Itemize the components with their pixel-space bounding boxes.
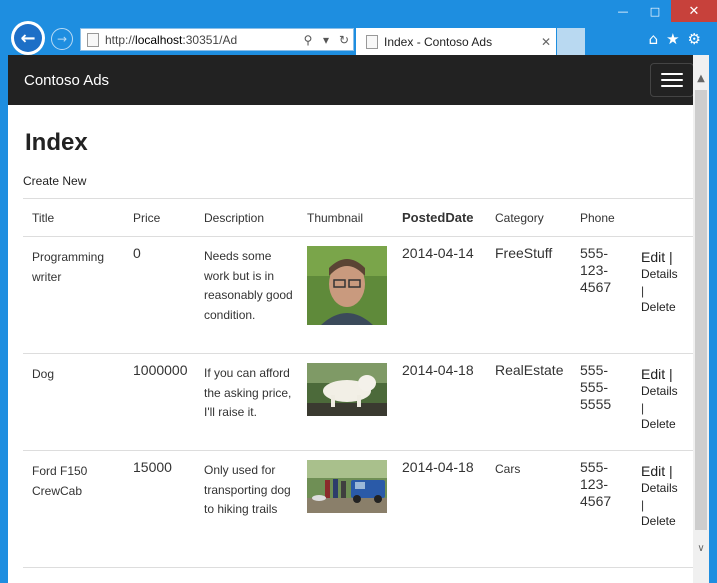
ad-thumbnail[interactable] <box>298 450 393 568</box>
table-row: Dog 1000000 If you can afford the asking… <box>23 353 693 451</box>
ad-price: 1000000 <box>124 353 195 451</box>
column-header-title: Title <box>23 198 124 237</box>
ad-actions: Edit | Details | Delete <box>632 450 693 568</box>
minimize-icon[interactable]: — <box>607 0 639 22</box>
back-arrow-icon: ← <box>14 24 42 52</box>
truck-thumbnail[interactable] <box>307 460 387 513</box>
table-row: Ford F150 CrewCab 15000 Only used for tr… <box>23 450 693 568</box>
vertical-scrollbar[interactable]: ▲ ∨ <box>693 55 709 583</box>
ad-category: FreeStuff <box>486 236 571 354</box>
browser-chrome: — □ ✕ ← → http://localhost:30351/Ad ⚲ ▾ … <box>0 0 717 55</box>
hamburger-icon <box>661 73 683 75</box>
ad-actions: Edit | Details | Delete <box>632 353 693 451</box>
details-link[interactable]: Details <box>641 266 693 283</box>
column-header-description: Description <box>195 198 298 237</box>
scroll-up-icon[interactable]: ▲ <box>693 55 709 90</box>
url-text[interactable]: http://localhost:30351/Ad <box>105 33 299 47</box>
separator: | <box>641 401 645 415</box>
edit-link[interactable]: Edit | <box>641 463 693 480</box>
back-button[interactable]: ← <box>11 21 45 55</box>
hamburger-line <box>661 85 683 87</box>
column-header-phone: Phone <box>571 198 632 237</box>
ad-category: Cars <box>486 450 571 568</box>
edit-link[interactable]: Edit | <box>641 366 693 383</box>
ad-thumbnail[interactable] <box>298 236 393 354</box>
maximize-icon[interactable]: □ <box>639 0 671 22</box>
hamburger-line <box>661 79 683 81</box>
ad-thumbnail[interactable] <box>298 353 393 451</box>
ad-actions: Edit | Details | Delete <box>632 236 693 354</box>
refresh-icon[interactable]: ↻ <box>335 33 353 47</box>
browser-toolbar: ⌂ ★ ⚙ <box>649 30 701 48</box>
details-link[interactable]: Details <box>641 383 693 400</box>
edit-link[interactable]: Edit | <box>641 249 693 266</box>
column-header-actions <box>632 198 693 237</box>
scroll-down-icon[interactable]: ∨ <box>693 543 709 563</box>
scroll-thumb[interactable] <box>695 90 707 530</box>
ad-title: Ford F150 CrewCab <box>23 450 124 568</box>
ad-description: Only used for transporting dog to hiking… <box>195 450 298 568</box>
ad-phone: 555-123-4567 <box>571 236 632 354</box>
delete-link[interactable]: Delete <box>641 513 693 530</box>
frame-left <box>0 55 8 583</box>
column-header-category: Category <box>486 198 571 237</box>
page-icon <box>87 32 99 47</box>
column-header-thumbnail: Thumbnail <box>298 198 393 237</box>
column-header-posted-date: PostedDate <box>393 198 486 237</box>
column-header-price: Price <box>124 198 195 237</box>
new-tab-button[interactable] <box>557 28 585 55</box>
ad-posted-date: 2014-04-18 <box>393 450 486 568</box>
ad-phone: 555-123-4567 <box>571 450 632 568</box>
ad-description: If you can afford the asking price, I'll… <box>195 353 298 451</box>
favorites-star-icon[interactable]: ★ <box>666 30 679 48</box>
page-title: Index <box>25 129 88 156</box>
browser-tab[interactable]: Index - Contoso Ads ✕ <box>356 28 556 55</box>
ad-title: Programming writer <box>23 236 124 354</box>
ad-price: 0 <box>124 236 195 354</box>
ad-title: Dog <box>23 353 124 451</box>
tab-page-icon <box>366 34 378 49</box>
brand-link[interactable]: Contoso Ads <box>24 72 109 89</box>
ad-description: Needs some work but is in reasonably goo… <box>195 236 298 354</box>
ad-phone: 555-555-5555 <box>571 353 632 451</box>
ad-posted-date: 2014-04-14 <box>393 236 486 354</box>
page-viewport: Contoso Ads ▲ ∨ Index Create New Title P… <box>8 55 709 583</box>
details-link[interactable]: Details <box>641 480 693 497</box>
home-icon[interactable]: ⌂ <box>649 30 659 48</box>
site-navbar: Contoso Ads <box>8 55 694 105</box>
portrait-thumbnail[interactable] <box>307 246 387 325</box>
dropdown-icon[interactable]: ▾ <box>317 33 335 47</box>
ad-posted-date: 2014-04-18 <box>393 353 486 451</box>
address-bar[interactable]: http://localhost:30351/Ad ⚲ ▾ ↻ <box>80 28 354 51</box>
ads-table: Title Price Description Thumbnail Posted… <box>23 198 693 568</box>
separator: | <box>641 498 645 512</box>
close-icon[interactable]: ✕ <box>671 0 717 22</box>
create-new-link[interactable]: Create New <box>23 174 86 188</box>
window-controls: — □ ✕ <box>607 0 717 22</box>
ad-category: RealEstate <box>486 353 571 451</box>
separator: | <box>641 284 645 298</box>
ad-price: 15000 <box>124 450 195 568</box>
menu-toggle-button[interactable] <box>650 63 694 97</box>
delete-link[interactable]: Delete <box>641 299 693 316</box>
delete-link[interactable]: Delete <box>641 416 693 433</box>
dog-thumbnail[interactable] <box>307 363 387 416</box>
forward-arrow-icon[interactable]: → <box>51 28 73 50</box>
table-header-row: Title Price Description Thumbnail Posted… <box>23 198 693 237</box>
table-row: Programming writer 0 Needs some work but… <box>23 236 693 354</box>
tab-close-icon[interactable]: ✕ <box>536 35 556 49</box>
frame-right <box>709 55 717 583</box>
tab-title: Index - Contoso Ads <box>384 34 493 49</box>
settings-gear-icon[interactable]: ⚙ <box>688 30 701 48</box>
search-icon[interactable]: ⚲ <box>299 33 317 47</box>
